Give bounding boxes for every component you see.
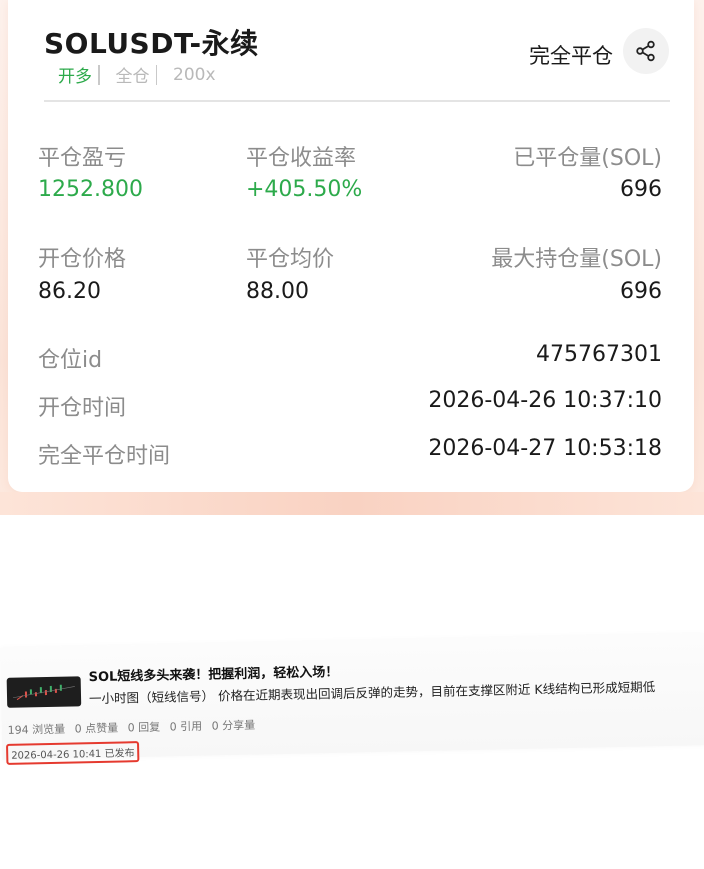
post-shares: 0 分享量 [211, 718, 256, 733]
post-quotes: 0 引用 [169, 719, 203, 734]
post-views: 194 浏览量 [7, 722, 66, 737]
closed-qty-value: 696 [620, 177, 662, 202]
post-snippet[interactable]: SOL短线多头来袭！把握利润，轻松入场！ 一小时图（短线信号） 价格在近期表现出… [0, 633, 704, 765]
close-yield-value: +405.50% [246, 177, 363, 202]
close-avg-price-label: 平仓均价 [246, 247, 335, 272]
open-price-label: 开仓价格 [38, 247, 127, 272]
post-title[interactable]: SOL短线多头来袭！把握利润，轻松入场！ [88, 661, 338, 685]
card-shadow-strip [0, 492, 704, 515]
post-replies: 0 回复 [127, 720, 161, 735]
position-id-label: 仓位id [38, 348, 103, 373]
close-time-label: 完全平仓时间 [38, 444, 171, 469]
candlestick-thumbnail-icon [12, 684, 75, 701]
post-thumbnail [6, 676, 82, 708]
max-position-value: 696 [620, 279, 662, 304]
closed-qty-label: 已平仓量(SOL) [513, 146, 662, 171]
position-id-value: 475767301 [536, 342, 662, 367]
tag-direction: 开多 [58, 67, 92, 87]
post-likes: 0 点赞量 [74, 721, 119, 736]
position-card: SOLUSDT-永续 开多 全仓 200x 完全平仓 平仓盈亏 1252.800… [8, 0, 694, 492]
open-time-value: 2026-04-26 10:37:10 [428, 388, 662, 413]
tag-divider [98, 64, 100, 85]
position-tags: 开多 全仓 200x [58, 62, 216, 87]
open-price-value: 86.20 [38, 279, 101, 304]
post-stats: 194 浏览量 0 点赞量 0 回复 0 引用 0 分享量 [8, 717, 262, 738]
open-time-label: 开仓时间 [38, 396, 127, 421]
close-pnl-label: 平仓盈亏 [38, 146, 127, 171]
tag-margin-mode: 全仓 [115, 67, 150, 87]
header-divider [44, 100, 670, 102]
post-publish-date: 2026-04-26 10:41 已发布 [6, 741, 140, 765]
symbol-title: SOLUSDT-永续 [44, 27, 259, 60]
close-yield-label: 平仓收益率 [246, 146, 357, 171]
tag-leverage: 200x [173, 64, 216, 85]
position-card-area: SOLUSDT-永续 开多 全仓 200x 完全平仓 平仓盈亏 1252.800… [0, 0, 704, 515]
share-button[interactable] [623, 28, 669, 74]
close-all-status: 完全平仓 [529, 44, 613, 68]
share-icon [636, 40, 655, 62]
max-position-label: 最大持仓量(SOL) [491, 247, 662, 272]
close-pnl-value: 1252.800 [38, 177, 143, 202]
tag-divider [155, 64, 157, 85]
close-avg-price-value: 88.00 [246, 279, 309, 304]
close-time-value: 2026-04-27 10:53:18 [428, 436, 662, 461]
